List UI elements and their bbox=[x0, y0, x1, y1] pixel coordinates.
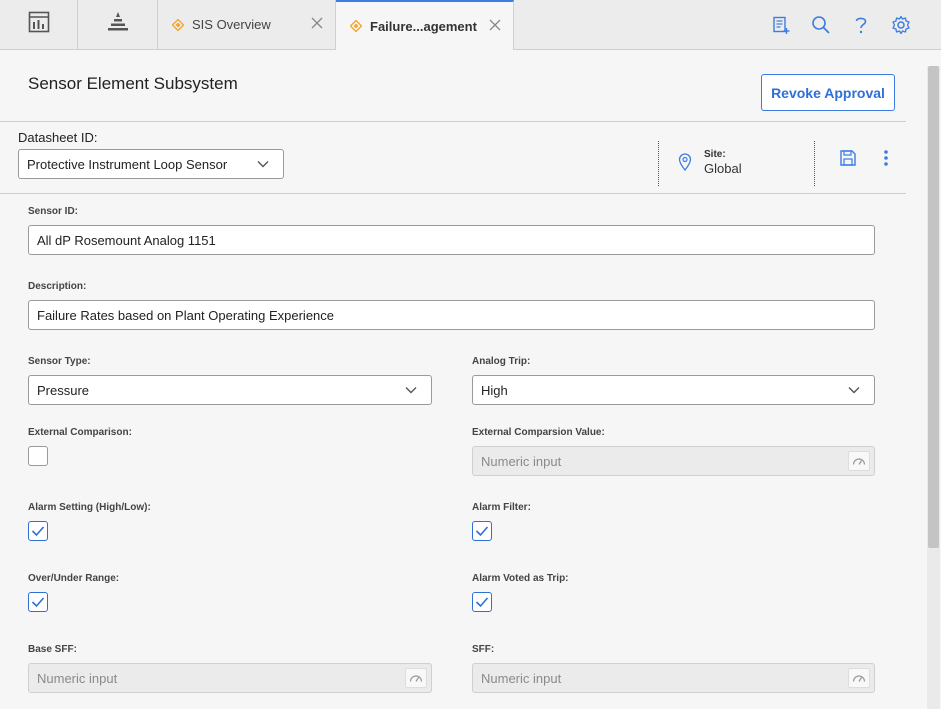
chevron-down-icon bbox=[848, 384, 860, 399]
alarm-voted-as-trip-label: Alarm Voted as Trip: bbox=[472, 573, 569, 584]
search-icon[interactable] bbox=[801, 5, 841, 45]
sff-placeholder: Numeric input bbox=[481, 670, 562, 686]
sensor-type-select[interactable]: Pressure bbox=[28, 375, 432, 405]
datasheet-select[interactable]: Protective Instrument Loop Sensor bbox=[18, 149, 284, 179]
page-title: Sensor Element Subsystem bbox=[28, 74, 238, 93]
analog-trip-value: High bbox=[481, 382, 508, 398]
sensor-id-input[interactable]: All dP Rosemount Analog 1151 bbox=[28, 225, 875, 255]
external-comparison-value-label: External Comparsion Value: bbox=[472, 427, 605, 438]
gauge-icon[interactable] bbox=[405, 668, 427, 688]
sensor-type-value: Pressure bbox=[37, 382, 90, 398]
toolbar-icons bbox=[761, 0, 921, 49]
checkmark-icon bbox=[475, 526, 489, 537]
base-sff-placeholder: Numeric input bbox=[37, 670, 118, 686]
dashboard-icon bbox=[28, 11, 50, 38]
over-under-range-checkbox[interactable] bbox=[28, 592, 48, 612]
alarm-voted-as-trip-checkbox[interactable] bbox=[472, 592, 492, 612]
tab-label: Failure...agement bbox=[370, 18, 477, 34]
site-value: Global bbox=[704, 161, 742, 176]
divider bbox=[658, 141, 659, 186]
analog-trip-select[interactable]: High bbox=[472, 375, 875, 405]
asset-hierarchy-icon bbox=[106, 11, 130, 38]
alarm-filter-checkbox[interactable] bbox=[472, 521, 492, 541]
external-comparison-value-placeholder: Numeric input bbox=[481, 453, 562, 469]
vertical-scrollbar[interactable] bbox=[927, 66, 940, 709]
external-comparison-label: External Comparison: bbox=[28, 427, 132, 438]
more-options-icon[interactable] bbox=[880, 149, 892, 172]
base-sff-input[interactable]: Numeric input bbox=[28, 663, 432, 693]
save-icon[interactable] bbox=[839, 149, 857, 172]
description-input[interactable]: Failure Rates based on Plant Operating E… bbox=[28, 300, 875, 330]
sensor-type-label: Sensor Type: bbox=[28, 356, 91, 367]
tab-failure-management[interactable]: Failure...agement bbox=[336, 0, 514, 50]
scrollbar-thumb[interactable] bbox=[928, 66, 939, 548]
help-icon[interactable] bbox=[841, 5, 881, 45]
chevron-down-icon bbox=[405, 384, 417, 399]
site-label: Site: bbox=[704, 149, 726, 160]
analog-trip-label: Analog Trip: bbox=[472, 356, 531, 367]
sff-input[interactable]: Numeric input bbox=[472, 663, 875, 693]
external-comparison-value-input[interactable]: Numeric input bbox=[472, 446, 875, 476]
diamond-icon bbox=[172, 18, 184, 31]
description-value: Failure Rates based on Plant Operating E… bbox=[37, 307, 335, 323]
divider bbox=[814, 141, 815, 186]
gear-icon[interactable] bbox=[881, 5, 921, 45]
base-sff-label: Base SFF: bbox=[28, 644, 77, 655]
sensor-id-label: Sensor ID: bbox=[28, 206, 79, 217]
sensor-id-value: All dP Rosemount Analog 1151 bbox=[37, 232, 216, 248]
checkmark-icon bbox=[31, 526, 45, 537]
gauge-icon[interactable] bbox=[848, 668, 870, 688]
location-pin-icon bbox=[678, 153, 692, 176]
asset-hierarchy-button[interactable] bbox=[78, 0, 158, 49]
clipboard-add-icon[interactable] bbox=[761, 5, 801, 45]
alarm-filter-label: Alarm Filter: bbox=[472, 502, 531, 513]
datasheet-label: Datasheet ID: bbox=[18, 130, 98, 145]
alarm-setting-checkbox[interactable] bbox=[28, 521, 48, 541]
sff-label: SFF: bbox=[472, 644, 495, 655]
dashboard-button[interactable] bbox=[0, 0, 78, 49]
gauge-icon[interactable] bbox=[848, 451, 870, 471]
alarm-setting-label: Alarm Setting (High/Low): bbox=[28, 502, 151, 513]
checkmark-icon bbox=[475, 597, 489, 608]
close-icon[interactable] bbox=[309, 15, 325, 31]
divider bbox=[0, 121, 906, 122]
top-bar: SIS Overview Failure...agement bbox=[0, 0, 941, 50]
description-label: Description: bbox=[28, 281, 87, 292]
checkmark-icon bbox=[31, 597, 45, 608]
divider bbox=[0, 193, 906, 194]
tab-sis-overview[interactable]: SIS Overview bbox=[158, 0, 336, 49]
datasheet-value: Protective Instrument Loop Sensor bbox=[27, 156, 228, 172]
external-comparison-checkbox[interactable] bbox=[28, 446, 48, 466]
tab-label: SIS Overview bbox=[192, 17, 271, 32]
diamond-icon bbox=[350, 20, 362, 32]
chevron-down-icon bbox=[257, 158, 269, 173]
over-under-range-label: Over/Under Range: bbox=[28, 573, 120, 584]
close-icon[interactable] bbox=[487, 17, 503, 33]
revoke-approval-button[interactable]: Revoke Approval bbox=[761, 74, 895, 111]
